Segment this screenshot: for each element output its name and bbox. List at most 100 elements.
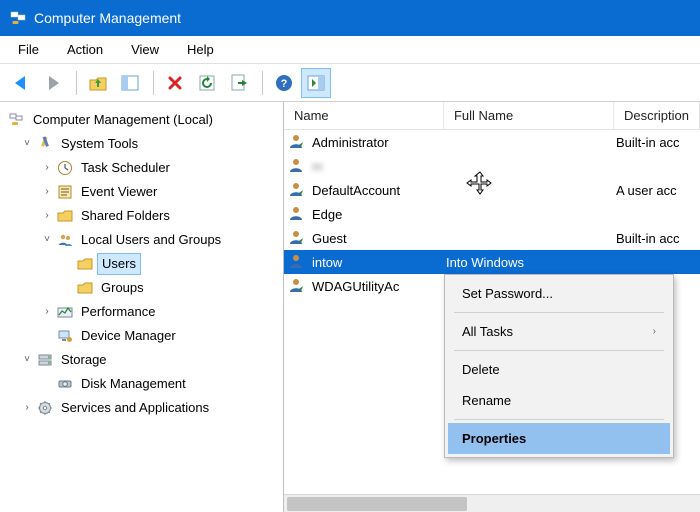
toolbar-separator xyxy=(153,71,154,95)
menu-help[interactable]: Help xyxy=(173,38,228,61)
menu-action[interactable]: Action xyxy=(53,38,117,61)
chevron-down-icon[interactable]: ˅ xyxy=(20,353,34,367)
user-icon xyxy=(288,157,306,175)
chevron-right-icon[interactable]: › xyxy=(40,209,54,223)
device-manager-icon xyxy=(56,327,74,345)
user-full-name: Into Windows xyxy=(444,255,614,270)
user-name: intow xyxy=(312,255,342,270)
refresh-button[interactable] xyxy=(192,68,222,98)
column-header-description[interactable]: Description xyxy=(614,102,700,129)
chevron-right-icon[interactable]: › xyxy=(20,401,34,415)
chevron-down-icon[interactable]: ˅ xyxy=(40,233,54,247)
delete-button[interactable] xyxy=(160,68,190,98)
scrollbar-thumb[interactable] xyxy=(287,497,467,511)
forward-button[interactable] xyxy=(38,68,68,98)
tree-label: Groups xyxy=(98,278,147,298)
export-list-button[interactable] xyxy=(224,68,254,98)
column-header-name[interactable]: Name xyxy=(284,102,444,129)
menu-file[interactable]: File xyxy=(4,38,53,61)
toolbar: ? xyxy=(0,64,700,102)
tree-label: Services and Applications xyxy=(58,398,212,418)
list-header[interactable]: Name Full Name Description xyxy=(284,102,700,130)
event-viewer-icon xyxy=(56,183,74,201)
user-icon xyxy=(288,181,306,199)
folder-icon xyxy=(76,255,94,273)
toolbar-separator xyxy=(76,71,77,95)
cm-delete[interactable]: Delete xyxy=(448,354,670,385)
cm-all-tasks[interactable]: All Tasks › xyxy=(448,316,670,347)
user-name: Guest xyxy=(312,231,347,246)
shared-folders-icon xyxy=(56,207,74,225)
spacer xyxy=(60,281,74,295)
clock-icon xyxy=(56,159,74,177)
user-name: Administrator xyxy=(312,135,389,150)
cm-set-password[interactable]: Set Password... xyxy=(448,278,670,309)
user-icon xyxy=(288,133,306,151)
user-description: Built-in acc xyxy=(614,231,700,246)
user-icon xyxy=(288,253,306,271)
actions-pane-button[interactable] xyxy=(301,68,331,98)
tree-label: Event Viewer xyxy=(78,182,160,202)
list-item[interactable]: m xyxy=(284,154,700,178)
horizontal-scrollbar[interactable] xyxy=(284,494,700,512)
tree-item-task-scheduler[interactable]: › Task Scheduler xyxy=(6,156,283,180)
chevron-right-icon[interactable]: › xyxy=(40,185,54,199)
help-button[interactable]: ? xyxy=(269,68,299,98)
list-item[interactable]: DefaultAccount A user acc xyxy=(284,178,700,202)
list-item[interactable]: Guest Built-in acc xyxy=(284,226,700,250)
tree-item-system-tools[interactable]: ˅ System Tools xyxy=(6,132,283,156)
tree-item-shared-folders[interactable]: › Shared Folders xyxy=(6,204,283,228)
user-icon xyxy=(288,229,306,247)
show-hide-tree-button[interactable] xyxy=(115,68,145,98)
user-icon xyxy=(288,205,306,223)
back-button[interactable] xyxy=(6,68,36,98)
user-name: DefaultAccount xyxy=(312,183,400,198)
user-name: WDAGUtilityAc xyxy=(312,279,399,294)
tree-item-performance[interactable]: › Performance xyxy=(6,300,283,324)
tree-item-users[interactable]: Users xyxy=(6,252,283,276)
tree-item-services-applications[interactable]: › Services and Applications xyxy=(6,396,283,420)
list-item[interactable]: Administrator Built-in acc xyxy=(284,130,700,154)
up-folder-button[interactable] xyxy=(83,68,113,98)
context-menu-separator xyxy=(454,419,664,420)
tree-root[interactable]: Computer Management (Local) xyxy=(6,108,283,132)
chevron-right-icon[interactable]: › xyxy=(40,161,54,175)
chevron-right-icon[interactable]: › xyxy=(40,305,54,319)
svg-text:?: ? xyxy=(281,78,288,90)
user-icon xyxy=(288,277,306,295)
tree-label: Performance xyxy=(78,302,158,322)
user-description: Built-in acc xyxy=(614,135,700,150)
spacer xyxy=(40,377,54,391)
spacer xyxy=(40,329,54,343)
cm-properties[interactable]: Properties xyxy=(448,423,670,454)
tree-item-device-manager[interactable]: Device Manager xyxy=(6,324,283,348)
user-name: Edge xyxy=(312,207,342,222)
list-item[interactable]: Edge xyxy=(284,202,700,226)
tree-label: Disk Management xyxy=(78,374,189,394)
navigation-tree[interactable]: Computer Management (Local) ˅ System Too… xyxy=(0,102,284,512)
column-header-full-name[interactable]: Full Name xyxy=(444,102,614,129)
tree-label: Computer Management (Local) xyxy=(30,110,216,130)
tree-label: Users xyxy=(97,253,141,275)
context-menu-separator xyxy=(454,312,664,313)
tree-item-event-viewer[interactable]: › Event Viewer xyxy=(6,180,283,204)
app-icon xyxy=(10,10,26,26)
tree-item-storage[interactable]: ˅ Storage xyxy=(6,348,283,372)
performance-icon xyxy=(56,303,74,321)
list-item[interactable]: intow Into Windows xyxy=(284,250,700,274)
tree-label: Storage xyxy=(58,350,110,370)
window-title: Computer Management xyxy=(34,10,181,26)
chevron-down-icon[interactable]: ˅ xyxy=(20,137,34,151)
cm-rename[interactable]: Rename xyxy=(448,385,670,416)
services-applications-icon xyxy=(36,399,54,417)
chevron-right-icon: › xyxy=(653,326,656,337)
disk-management-icon xyxy=(56,375,74,393)
tree-item-local-users-groups[interactable]: ˅ Local Users and Groups xyxy=(6,228,283,252)
computer-mgmt-icon xyxy=(8,111,26,129)
tree-label: Shared Folders xyxy=(78,206,173,226)
tree-item-groups[interactable]: Groups xyxy=(6,276,283,300)
storage-icon xyxy=(36,351,54,369)
tree-item-disk-management[interactable]: Disk Management xyxy=(6,372,283,396)
menu-view[interactable]: View xyxy=(117,38,173,61)
users-list[interactable]: Name Full Name Description Administrator xyxy=(284,102,700,512)
